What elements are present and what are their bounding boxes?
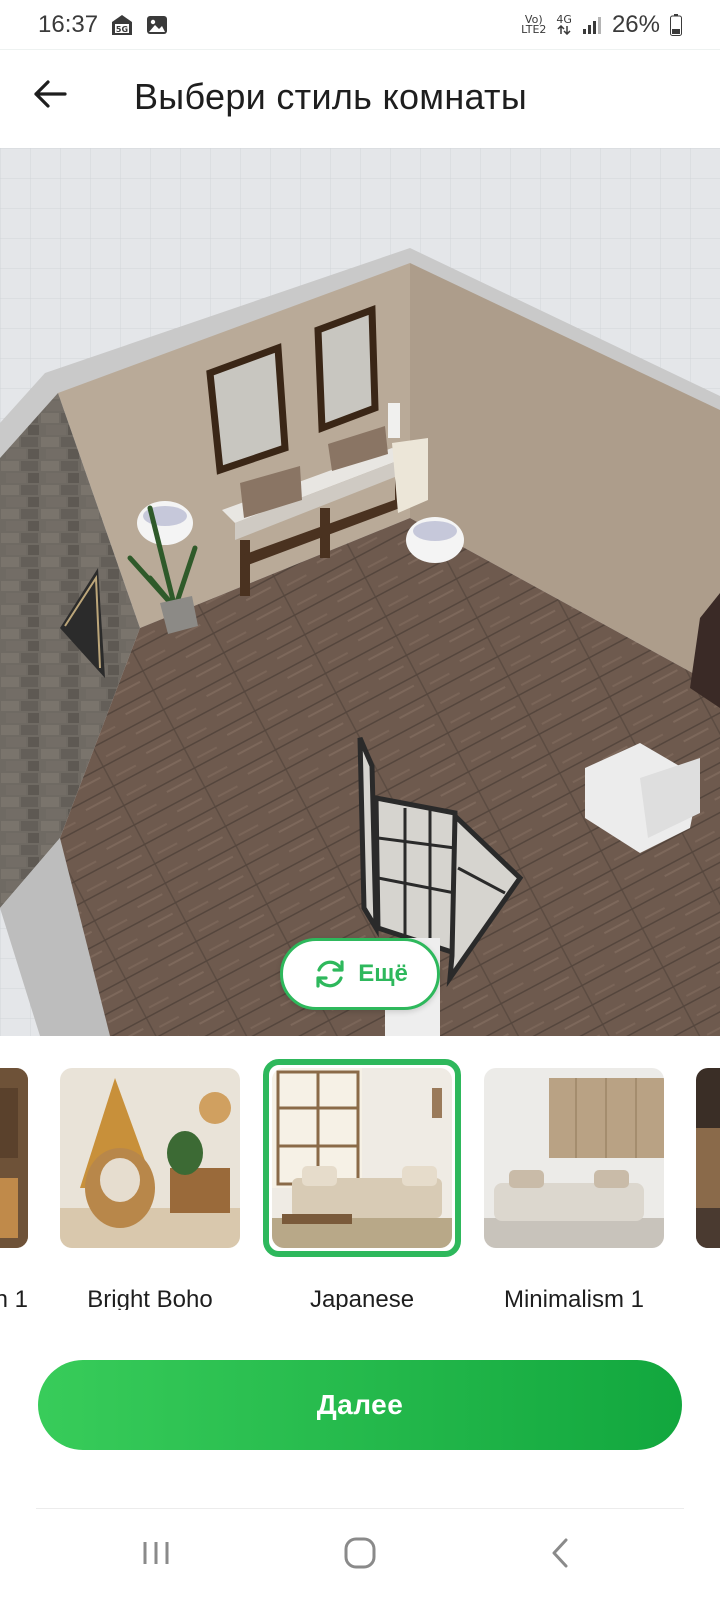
- gallery-icon: [146, 15, 168, 35]
- style-label: n 1: [0, 1286, 28, 1310]
- style-thumbnail: [696, 1068, 720, 1248]
- sim-5g-icon: 5G: [110, 14, 134, 36]
- style-carousel[interactable]: n 1 Bright Boho Japanese Minimalism 1: [0, 1050, 720, 1310]
- network-4g-icon: 4G: [556, 14, 572, 35]
- room-preview[interactable]: Ещё: [0, 148, 720, 1036]
- status-bar: 16:37 5G Vo) LTE2 4G 26%: [0, 0, 720, 50]
- battery-icon: [670, 13, 682, 36]
- back-nav-button[interactable]: [530, 1530, 590, 1580]
- recents-icon: [141, 1540, 171, 1571]
- style-thumbnail: [0, 1068, 28, 1248]
- signal-icon: [582, 15, 602, 35]
- style-label: Bright Boho: [87, 1286, 213, 1310]
- back-icon: [549, 1537, 571, 1574]
- more-styles-label: Ещё: [358, 960, 408, 987]
- status-time: 16:37: [38, 10, 99, 38]
- home-icon: [344, 1537, 376, 1574]
- room-render: [0, 148, 720, 1036]
- recents-button[interactable]: [126, 1530, 186, 1580]
- volte-icon: Vo) LTE2: [521, 12, 547, 36]
- svg-text:5G: 5G: [116, 25, 128, 34]
- style-label: Japanese: [309, 1286, 415, 1310]
- system-nav-bar: [0, 1510, 720, 1600]
- style-thumbnail: [484, 1068, 664, 1248]
- refresh-icon: [312, 956, 348, 992]
- nav-divider: [36, 1508, 684, 1509]
- next-button-label: Далее: [316, 1389, 404, 1420]
- more-styles-button[interactable]: Ещё: [280, 938, 440, 1010]
- next-button[interactable]: Далее: [38, 1360, 682, 1450]
- home-button[interactable]: [330, 1530, 390, 1580]
- arrow-left-icon: [33, 79, 67, 114]
- header: Выбери стиль комнаты: [0, 50, 720, 148]
- style-thumbnail: [60, 1068, 240, 1248]
- selected-indicator: [263, 1059, 461, 1257]
- status-left: 16:37 5G: [38, 11, 168, 39]
- back-button[interactable]: [28, 74, 72, 118]
- page-title: Выбери стиль комнаты: [134, 76, 528, 117]
- battery-percent: 26%: [611, 10, 660, 38]
- style-label: Minimalism 1: [503, 1286, 644, 1310]
- status-right: Vo) LTE2 4G 26%: [521, 11, 682, 39]
